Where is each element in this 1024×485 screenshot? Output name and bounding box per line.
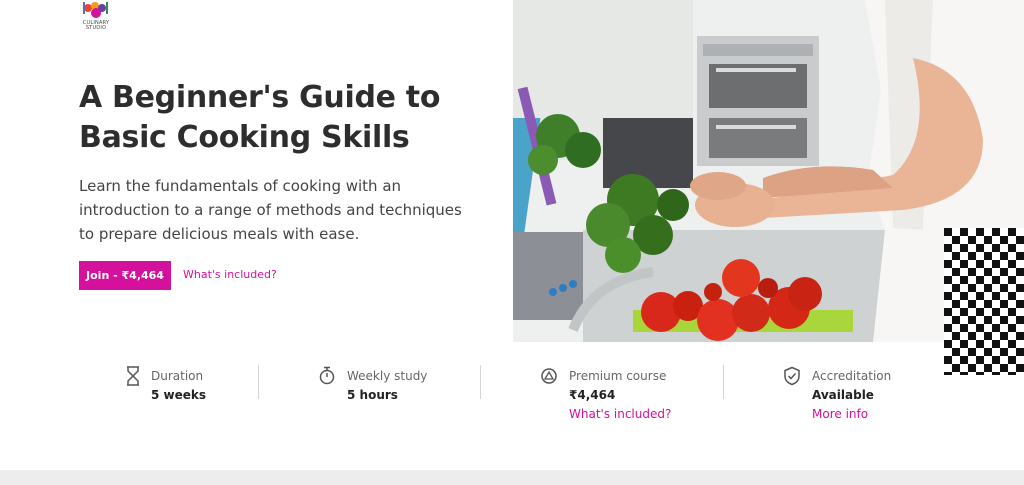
logo-wordmark: CULINARY STUDIO	[82, 20, 110, 31]
stat-label: Weekly study	[347, 369, 428, 383]
stat-divider	[258, 365, 259, 399]
checkered-apron	[944, 228, 1024, 375]
whats-included-stat-link[interactable]: What's included?	[569, 407, 671, 421]
hourglass-icon	[127, 366, 139, 386]
whats-included-link[interactable]: What's included?	[183, 268, 277, 281]
premium-badge-icon	[541, 368, 557, 384]
brand-logo[interactable]: CULINARY STUDIO	[79, 0, 113, 40]
stat-label: Accreditation	[812, 369, 892, 383]
join-button[interactable]: Join - ₹4,464	[79, 261, 171, 290]
more-info-link[interactable]: More info	[812, 407, 868, 421]
stat-value: Available	[812, 388, 874, 402]
stopwatch-icon	[319, 366, 335, 385]
stat-label: Premium course	[569, 369, 667, 383]
footer-band	[0, 470, 1024, 485]
stat-label: Duration	[151, 369, 204, 383]
stat-value: ₹4,464	[569, 388, 616, 402]
stat-divider	[723, 365, 724, 399]
chef-logo-icon	[83, 2, 108, 18]
stat-value: 5 weeks	[151, 388, 207, 402]
page-title: A Beginner's Guide to Basic Cooking Skil…	[79, 80, 441, 155]
stat-value: 5 hours	[347, 388, 398, 402]
course-description: Learn the fundamentals of cooking with a…	[79, 177, 462, 243]
shield-check-icon	[784, 366, 800, 386]
stat-divider	[480, 365, 481, 399]
